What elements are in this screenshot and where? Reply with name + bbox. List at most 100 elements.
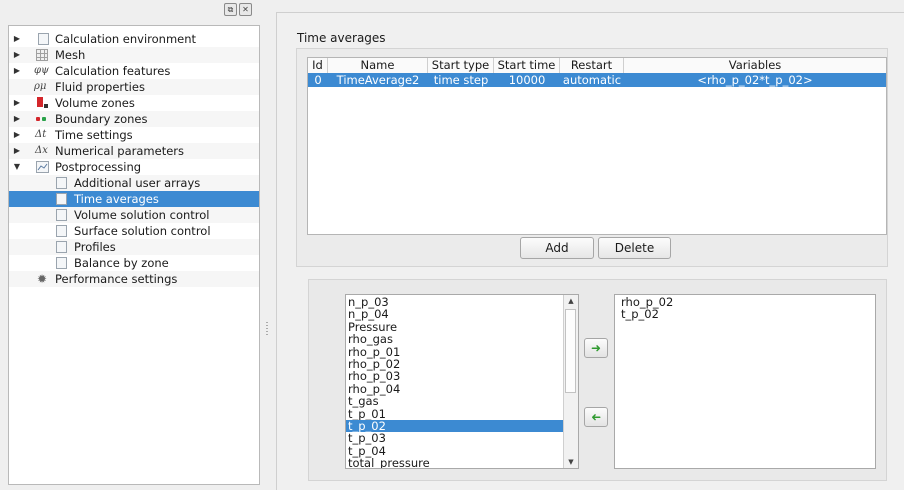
tree-item-label: Volume zones	[55, 96, 135, 110]
tree-item-label: Calculation environment	[55, 32, 197, 46]
tree-item-label: Boundary zones	[55, 112, 148, 126]
expand-arrow-icon[interactable]: ▶	[13, 63, 21, 79]
tree-item-label: Calculation features	[55, 64, 171, 78]
tree-item-label: Numerical parameters	[55, 144, 185, 158]
tree-item-numerical-parameters[interactable]: ▶ Δx Numerical parameters	[9, 143, 259, 159]
tree-item-volume-zones[interactable]: ▶ Volume zones	[9, 95, 259, 111]
navigation-tree: ▶ Calculation environment ▶ Mesh ▶ φψ Ca…	[8, 25, 260, 485]
close-icon[interactable]: ✕	[239, 3, 252, 16]
tree-item-label: Fluid properties	[55, 80, 145, 94]
column-header-id[interactable]: Id	[308, 58, 328, 73]
list-item[interactable]: n_p_03	[346, 296, 566, 308]
tree-item-label: Balance by zone	[74, 256, 169, 270]
list-item[interactable]: rho_p_03	[346, 370, 566, 382]
tree-item-time-averages[interactable]: Time averages	[9, 191, 259, 207]
remove-variable-button[interactable]: ➜	[584, 407, 608, 427]
column-header-start-type[interactable]: Start type	[428, 58, 494, 73]
doc-icon	[56, 209, 67, 221]
tree-item-calculation-features[interactable]: ▶ φψ Calculation features	[9, 63, 259, 79]
expand-arrow-icon[interactable]: ▶	[13, 143, 21, 159]
doc-icon	[38, 33, 49, 45]
column-header-start-time[interactable]: Start time	[494, 58, 560, 73]
page-title: Time averages	[297, 31, 386, 45]
arrow-right-icon: ➜	[590, 341, 602, 355]
chart-icon	[36, 161, 49, 173]
delta-t-icon: Δt	[35, 129, 47, 140]
cell-start-time: 10000	[508, 73, 546, 87]
column-header-restart[interactable]: Restart	[560, 58, 624, 73]
splitter-handle[interactable]	[266, 322, 268, 336]
table-row[interactable]: 0 TimeAverage2 time step 10000 automatic…	[308, 73, 886, 87]
tree-item-fluid-properties[interactable]: ρμ Fluid properties	[9, 79, 259, 95]
list-item[interactable]: total_pressure	[346, 457, 566, 468]
add-variable-button[interactable]: ➜	[584, 338, 608, 358]
column-header-variables[interactable]: Variables	[624, 58, 886, 73]
rho-mu-icon: ρμ	[34, 81, 47, 92]
available-variables-list[interactable]: n_p_03 n_p_04 Pressure rho_gas rho_p_01 rho_p…	[345, 294, 579, 469]
expand-arrow-icon[interactable]: ▶	[13, 111, 21, 127]
cell-variables: <rho_p_02*t_p_02>	[697, 73, 813, 87]
volume-zones-icon	[37, 97, 49, 109]
list-item[interactable]: t_p_03	[346, 432, 566, 444]
tree-item-performance-settings[interactable]: ✹ Performance settings	[9, 271, 259, 287]
vertical-scrollbar[interactable]: ▲ ▼	[563, 295, 578, 468]
tree-item-surface-solution-control[interactable]: Surface solution control	[9, 223, 259, 239]
tree-item-label: Surface solution control	[74, 224, 211, 238]
scroll-down-icon[interactable]: ▼	[564, 456, 578, 468]
doc-icon	[56, 257, 67, 269]
tree-item-label: Time settings	[55, 128, 133, 142]
tree-item-label: Time averages	[74, 192, 159, 206]
tree-item-volume-solution-control[interactable]: Volume solution control	[9, 207, 259, 223]
tree-item-label: Postprocessing	[55, 160, 142, 174]
list-item[interactable]: t_p_02	[346, 420, 566, 432]
doc-icon	[56, 177, 67, 189]
delete-button[interactable]: Delete	[598, 237, 671, 259]
list-item[interactable]: t_p_02	[621, 308, 659, 320]
list-item[interactable]: t_gas	[346, 395, 566, 407]
phi-psi-icon: φψ	[34, 65, 49, 76]
column-header-name[interactable]: Name	[328, 58, 428, 73]
boundary-zones-icon	[35, 113, 51, 125]
list-item[interactable]: rho_p_02	[346, 358, 566, 370]
list-item[interactable]: rho_gas	[346, 333, 566, 345]
collapse-arrow-icon[interactable]: ▼	[13, 159, 21, 175]
tree-item-balance-by-zone[interactable]: Balance by zone	[9, 255, 259, 271]
float-icon[interactable]: ⧉	[224, 3, 237, 16]
tree-item-boundary-zones[interactable]: ▶ Boundary zones	[9, 111, 259, 127]
scrollbar-thumb[interactable]	[565, 309, 576, 393]
expand-arrow-icon[interactable]: ▶	[13, 47, 21, 63]
expand-arrow-icon[interactable]: ▶	[13, 95, 21, 111]
expand-arrow-icon[interactable]: ▶	[13, 31, 21, 47]
scroll-up-icon[interactable]: ▲	[564, 295, 578, 307]
tree-item-calculation-environment[interactable]: ▶ Calculation environment	[9, 31, 259, 47]
cell-name: TimeAverage2	[336, 73, 420, 87]
list-item[interactable]: rho_p_04	[346, 383, 566, 395]
tree-item-label: Performance settings	[55, 272, 178, 286]
dock-buttons: ⧉ ✕	[224, 3, 252, 16]
list-item[interactable]: n_p_04	[346, 308, 566, 320]
grid-icon	[36, 49, 48, 61]
tree-item-label: Volume solution control	[74, 208, 210, 222]
expand-arrow-icon[interactable]: ▶	[13, 127, 21, 143]
cell-start-type: time step	[433, 73, 489, 87]
averages-table[interactable]: Id Name Start type Start time Restart Va…	[307, 57, 887, 235]
list-item[interactable]: Pressure	[346, 321, 566, 333]
tree-item-label: Mesh	[55, 48, 86, 62]
tree-item-postprocessing[interactable]: ▼ Postprocessing	[9, 159, 259, 175]
gear-icon: ✹	[36, 272, 48, 286]
list-item[interactable]: rho_p_01	[346, 346, 566, 358]
tree-item-time-settings[interactable]: ▶ Δt Time settings	[9, 127, 259, 143]
list-item[interactable]: t_p_01	[346, 408, 566, 420]
list-item[interactable]: t_p_04	[346, 445, 566, 457]
selected-variables-list[interactable]: rho_p_02 t_p_02	[614, 294, 876, 469]
doc-icon	[56, 225, 67, 237]
cell-restart: automatic	[562, 73, 622, 87]
tree-item-additional-user-arrays[interactable]: Additional user arrays	[9, 175, 259, 191]
table-header: Id Name Start type Start time Restart Va…	[308, 58, 886, 74]
tree-item-mesh[interactable]: ▶ Mesh	[9, 47, 259, 63]
arrow-left-icon: ➜	[590, 410, 602, 424]
doc-icon	[56, 241, 67, 253]
delta-x-icon: Δx	[35, 145, 48, 156]
add-button[interactable]: Add	[520, 237, 594, 259]
tree-item-profiles[interactable]: Profiles	[9, 239, 259, 255]
